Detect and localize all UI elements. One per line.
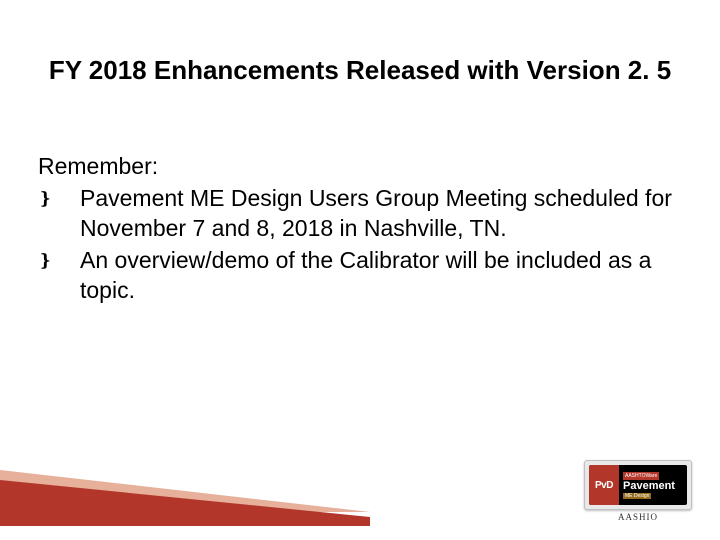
- content-block: Remember: ❵ Pavement ME Design Users Gro…: [38, 152, 680, 307]
- logo-sub-text: ME Design: [623, 493, 651, 499]
- slide-title: FY 2018 Enhancements Released with Versi…: [40, 54, 680, 87]
- logo-main-text: Pavement: [623, 481, 683, 492]
- logo-badge: PvD: [589, 465, 619, 505]
- bullet-text: Pavement ME Design Users Group Meeting s…: [80, 184, 680, 244]
- logo-top-text: AASHTOWare: [623, 472, 659, 480]
- lead-text: Remember:: [38, 152, 680, 182]
- bullet-icon: ❵: [38, 184, 80, 244]
- logo-caption: AASHIO: [584, 512, 692, 522]
- list-item: ❵ An overview/demo of the Calibrator wil…: [38, 246, 680, 306]
- decorative-wedge-icon: [0, 462, 370, 526]
- list-item: ❵ Pavement ME Design Users Group Meeting…: [38, 184, 680, 244]
- logo: PvD AASHTOWare Pavement ME Design AASHIO: [584, 460, 692, 522]
- bullet-icon: ❵: [38, 246, 80, 306]
- logo-badge-text: PvD: [595, 480, 613, 491]
- logo-inner: PvD AASHTOWare Pavement ME Design: [589, 465, 687, 505]
- logo-card: PvD AASHTOWare Pavement ME Design: [584, 460, 692, 510]
- logo-right: AASHTOWare Pavement ME Design: [619, 465, 687, 505]
- bullet-text: An overview/demo of the Calibrator will …: [80, 246, 680, 306]
